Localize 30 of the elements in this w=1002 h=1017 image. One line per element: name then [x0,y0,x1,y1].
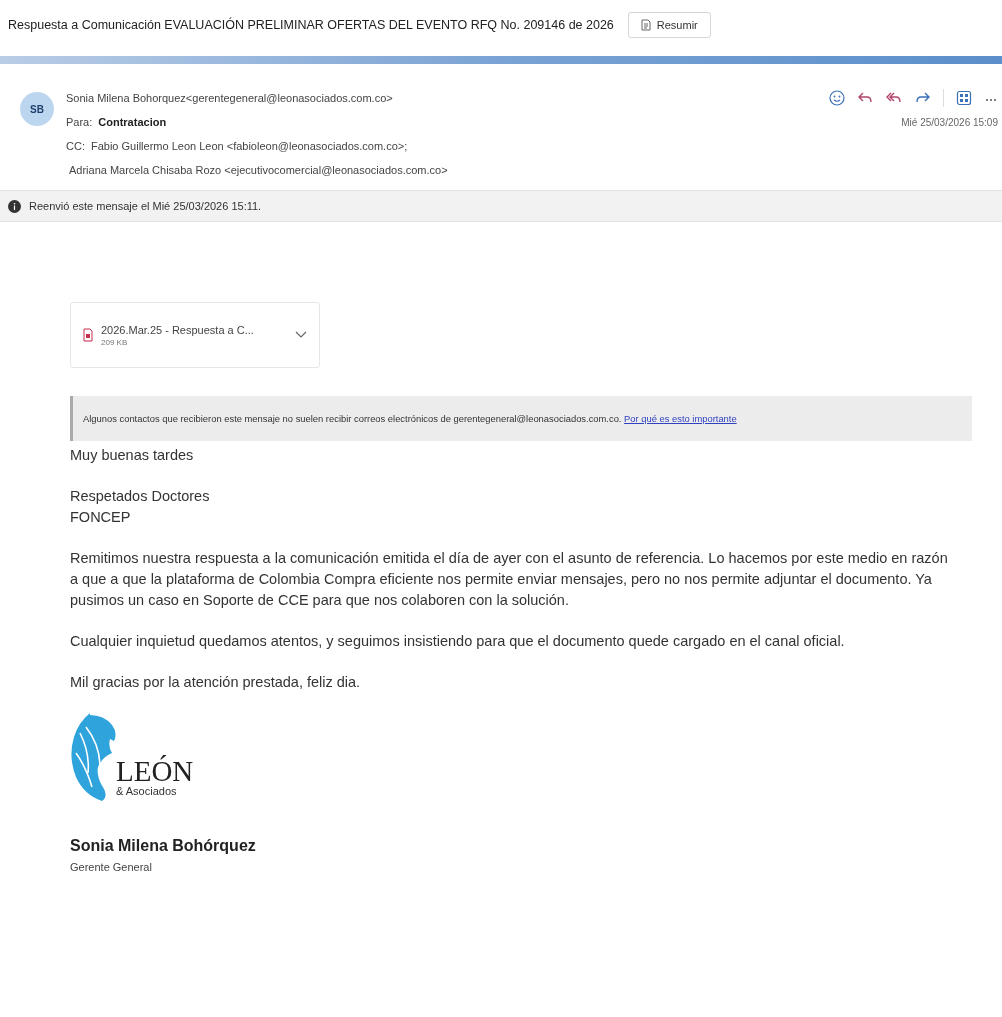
signature-title: Gerente General [70,861,153,873]
cc-recipient[interactable]: Adriana Marcela Chisaba Rozo <ejecutivocomercial@leonasociados.com.co> [68,158,448,182]
logo-wordmark: LEÓN [116,757,194,785]
notice-text: Reenvió este mensaje el Mié 25/03/2026 15:11. [29,200,262,212]
logo-subtitle: & Asociados [116,785,178,797]
message-paragraph: Mil gracias por la atención prestada, feliz dia. [70,673,362,692]
recipient-name[interactable]: Contratacion [98,116,167,128]
sent-date: Mié 25/03/2026 15:09 [901,116,999,128]
emoji-icon[interactable] [829,90,845,106]
pdf-file-icon [83,328,93,342]
message-paragraph: Remitimos nuestra respuesta a la comunicación emitida el día de ayer con el asunto de referencia. Lo hacemos por este medio en razón a que a que la plataforma de Colombia Compra eficiente nos permite enviar mensajes, pero no nos permite adjuntar el documento. Ya pusimos un caso en Soporte de CCE para que nos colaboren con la solución. [70,549,949,610]
message-paragraph: Muy buenas tardes [70,446,195,465]
summarize-button[interactable]: Resumir [627,12,711,38]
chevron-down-icon[interactable] [295,331,307,339]
learn-more-link[interactable]: Por qué es esto importante [624,413,737,424]
cc-recipient[interactable]: Fabio Guillermo Leon Leon <fabioleon@leonasociados.com.co>; [90,134,448,158]
attachment-size: 209 KB [101,337,129,347]
grid-app-icon[interactable] [956,90,972,106]
attachment-card[interactable]: 2026.Mar.25 - Respuesta a C... 209 KB [70,302,320,368]
signature-name: Sonia Milena Bohórquez [70,837,257,855]
message-paragraph: Cualquier inquietud quedamos atentos, y seguimos insistiendo para que el documento quede cargado en el canal oficial. [70,632,846,651]
to-label: Para: [66,116,93,128]
info-icon [8,199,21,213]
avatar: SB [20,92,54,126]
attachment-name: 2026.Mar.25 - Respuesta a C... [101,323,255,336]
summary-icon [640,19,651,31]
warning-text: Algunos contactos que recibieron este mensaje no suelen recibir correos electrónicos de gerentegeneral@leonasociados.com.co. [83,413,623,424]
sender-name: Sonia Milena Bohorquez<gerentegeneral@leonasociados.com.co> [66,92,393,104]
message-paragraph: Respetados Doctores FONCEP [70,487,211,527]
email-subject: Respuesta a Comunicación EVALUACIÓN PRELIMINAR OFERTAS DEL EVENTO RFQ No. 209146 de 2026 [8,18,614,32]
